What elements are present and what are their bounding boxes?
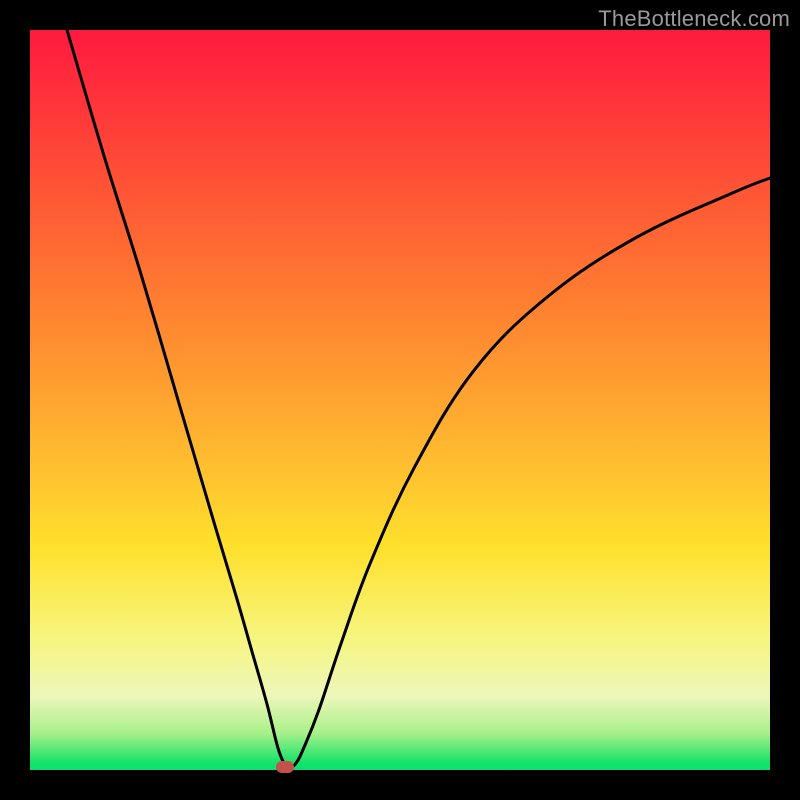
watermark-text: TheBottleneck.com: [598, 6, 790, 32]
bottleneck-curve: [67, 30, 770, 769]
chart-frame: TheBottleneck.com: [0, 0, 800, 800]
optimal-point-marker: [276, 761, 294, 773]
plot-area: [30, 30, 770, 770]
curve-layer: [30, 30, 770, 770]
